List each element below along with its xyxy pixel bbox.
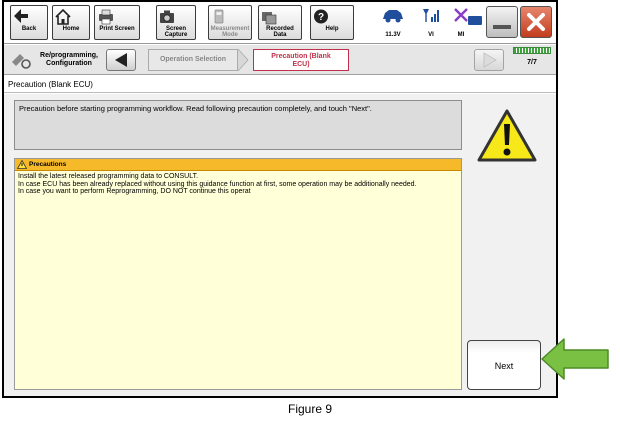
pointer-arrow-icon [541,338,609,380]
svg-text:?: ? [318,12,324,23]
help-icon: ? [314,9,328,24]
figure-caption: Figure 9 [287,402,333,416]
printer-icon [99,9,113,25]
measurement-mode-label: Measurement Mode [210,26,250,38]
precautions-header: Precautions [15,159,461,171]
progress-bar [513,47,551,54]
small-warning-icon [17,160,27,169]
home-button[interactable]: Home [52,5,90,40]
breadcrumb-back-button[interactable] [106,49,136,71]
close-button[interactable] [520,6,552,38]
print-screen-button[interactable]: Print Screen [94,5,140,40]
instruction-text: Precaution before starting programming w… [14,100,462,150]
minimize-button[interactable] [486,6,518,38]
precautions-text: Install the latest released programming … [18,173,417,195]
signal-icon [423,9,439,22]
precautions-title: Precautions [29,161,67,168]
home-icon [55,8,71,25]
vi-status: VI [414,6,448,38]
reprogramming-icon [12,54,31,69]
screen-capture-button[interactable]: Screen Capture [156,5,196,40]
recorded-data-icon [262,12,277,25]
help-label: Help [325,26,339,32]
measurement-mode-button[interactable]: Measurement Mode [208,5,252,40]
consult-window: Back Home Print Screen Screen Capture Me… [2,0,558,398]
step-progress: 7/7 [513,47,551,73]
camera-icon [160,10,174,23]
battery-voltage-status: 11.3V [376,6,410,38]
vi-label: VI [428,32,434,38]
right-triangle-icon [483,52,497,68]
precautions-panel: Precautions Install the latest released … [14,158,462,390]
breadcrumb: Re/programming, Configuration Operation … [4,45,556,75]
tab-precaution-blank-ecu[interactable]: Precaution (Blank ECU) [253,49,349,71]
tab-operation-selection[interactable]: Operation Selection [148,49,238,71]
page-counter: 7/7 [527,59,537,66]
screen-capture-label: Screen Capture [164,26,188,38]
warning-icon [477,109,537,162]
left-triangle-icon [115,53,127,67]
mi-label: MI [457,32,465,38]
close-icon [527,13,545,31]
measurement-icon [214,9,224,24]
back-label: Back [21,26,37,32]
page-title: Precaution (Blank ECU) [4,77,556,93]
battery-small-icon [468,16,482,25]
back-button[interactable]: Back [10,5,48,40]
home-label: Home [62,26,80,32]
recorded-data-button[interactable]: Recorded Data [258,5,302,40]
back-arrow-icon [14,9,28,23]
car-battery-icon [383,10,403,23]
toolbar: Back Home Print Screen Screen Capture Me… [4,2,556,44]
help-button[interactable]: ? Help [310,5,354,40]
breadcrumb-forward-button[interactable] [474,49,504,71]
battery-voltage: 11.3V [385,32,401,38]
recorded-data-label: Recorded Data [266,26,294,38]
content-area: Precaution before starting programming w… [4,94,556,396]
minimize-icon [493,25,511,29]
crumb-reprogramming[interactable]: Re/programming, Configuration [38,52,100,68]
next-button[interactable]: Next [467,340,541,390]
print-screen-label: Print Screen [99,26,135,32]
chevron-right-icon [238,49,249,71]
